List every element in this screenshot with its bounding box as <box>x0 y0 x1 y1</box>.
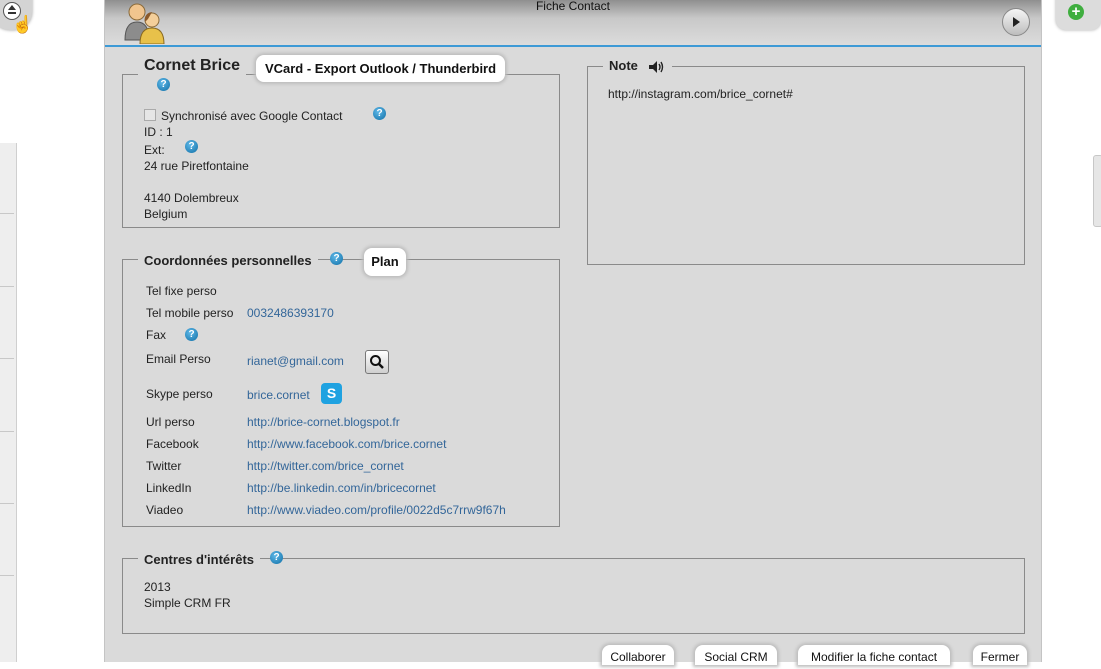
twitter-value[interactable]: http://twitter.com/brice_cornet <box>247 459 404 473</box>
facebook-label: Facebook <box>146 437 199 451</box>
help-icon[interactable]: ? <box>373 107 386 120</box>
skype-icon[interactable]: S <box>321 383 342 404</box>
search-icon <box>370 355 384 369</box>
note-text: http://instagram.com/brice_cornet# <box>608 87 793 101</box>
url-value[interactable]: http://brice-cornet.blogspot.fr <box>247 415 400 429</box>
linkedin-value[interactable]: http://be.linkedin.com/in/bricecornet <box>247 481 436 495</box>
interest-line: Simple CRM FR <box>144 596 231 610</box>
hand-cursor-icon: ☝ <box>12 15 34 34</box>
email-value[interactable]: rianet@gmail.com <box>247 354 344 368</box>
email-label: Email Perso <box>146 352 211 366</box>
window-titlebar: Fiche Contact <box>105 0 1041 47</box>
vcard-export-button[interactable]: VCard - Export Outlook / Thunderbird <box>256 55 505 82</box>
collaborate-button[interactable]: Collaborer <box>602 645 674 665</box>
contact-id: ID : 1 <box>144 125 173 139</box>
viadeo-value[interactable]: http://www.viadeo.com/profile/0022d5c7rr… <box>247 503 506 517</box>
tel-fixe-label: Tel fixe perso <box>146 284 217 298</box>
tel-mobile-label: Tel mobile perso <box>146 306 234 320</box>
window-title: Fiche Contact <box>535 0 611 13</box>
background-panel-right <box>1058 0 1101 662</box>
contact-name: Cornet Brice <box>138 57 247 75</box>
linkedin-label: LinkedIn <box>146 481 192 495</box>
interests-fieldset <box>122 558 1025 634</box>
skype-label: Skype perso <box>146 387 213 401</box>
help-icon[interactable]: ? <box>185 328 198 341</box>
plan-button[interactable]: Plan <box>364 248 406 276</box>
contact-window: Fiche Contact Cornet Brice VCard - Expor… <box>104 0 1042 665</box>
facebook-value[interactable]: http://www.facebook.com/brice.cornet <box>247 437 446 451</box>
address-country: Belgium <box>144 207 188 221</box>
social-crm-button[interactable]: Social CRM <box>695 645 777 665</box>
add-button[interactable]: + <box>1056 0 1101 30</box>
interest-line: 2013 <box>144 580 171 594</box>
background-panel-left <box>0 143 17 662</box>
ext-label: Ext: <box>144 143 165 157</box>
help-icon[interactable]: ? <box>157 78 170 91</box>
scrollbar[interactable] <box>1093 155 1101 227</box>
help-icon[interactable]: ? <box>185 140 198 153</box>
address-street: 24 rue Piretfontaine <box>144 159 249 173</box>
google-sync-label: Synchronisé avec Google Contact <box>161 109 343 123</box>
search-button[interactable] <box>365 350 389 374</box>
help-icon[interactable]: ? <box>330 252 343 265</box>
coords-title: Coordonnées personnelles <box>138 253 318 268</box>
twitter-label: Twitter <box>146 459 182 473</box>
close-button[interactable]: Fermer <box>973 645 1027 665</box>
tel-mobile-value[interactable]: 0032486393170 <box>247 306 334 320</box>
help-icon[interactable]: ? <box>270 551 283 564</box>
address-city: 4140 Dolembreux <box>144 191 239 205</box>
google-sync-checkbox[interactable] <box>144 109 156 121</box>
viadeo-label: Viadeo <box>146 503 184 517</box>
url-label: Url perso <box>146 415 195 429</box>
note-label: Note <box>603 58 672 74</box>
skype-value[interactable]: brice.cornet <box>247 388 310 402</box>
interests-title: Centres d'intérêts <box>138 552 261 567</box>
speaker-icon[interactable] <box>648 60 666 74</box>
contacts-icon <box>124 3 165 44</box>
note-title: Note <box>609 58 638 73</box>
edit-contact-button[interactable]: Modifier la fiche contact <box>798 645 950 665</box>
play-button[interactable] <box>1002 8 1030 36</box>
fax-label: Fax <box>146 328 167 342</box>
plus-icon: + <box>1068 4 1084 20</box>
